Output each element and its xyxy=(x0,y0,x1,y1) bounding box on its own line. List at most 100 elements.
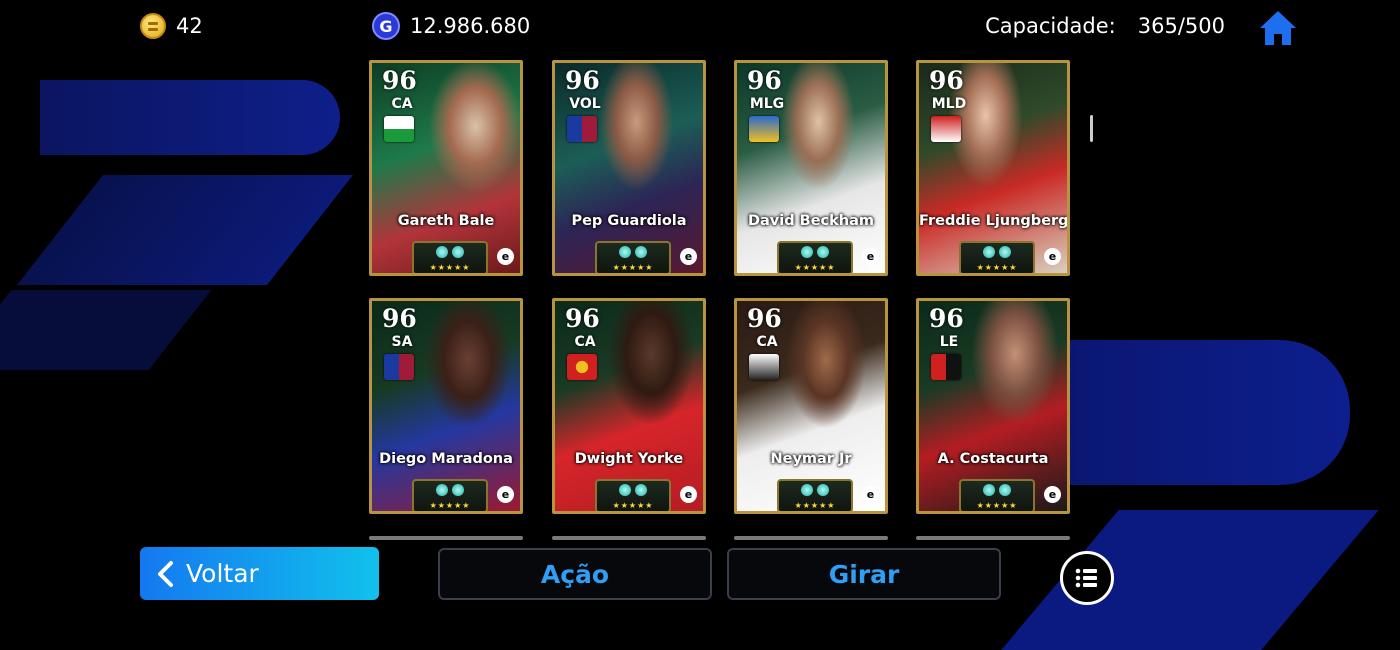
player-name: Diego Maradona xyxy=(379,451,513,467)
player-rating: 96 xyxy=(929,66,964,95)
player-stars: ★★★★★ xyxy=(794,263,836,272)
coins-display: 42 xyxy=(140,12,203,40)
player-card[interactable]: 96 LE A. Costacurta ★★★★★ e xyxy=(916,298,1070,514)
player-stars: ★★★★★ xyxy=(612,263,654,272)
skill-icon xyxy=(801,246,813,258)
player-stars: ★★★★★ xyxy=(429,501,471,510)
player-position: CA xyxy=(756,334,778,350)
club-crest-icon xyxy=(749,116,779,142)
player-card[interactable]: 96 CA Dwight Yorke ★★★★★ e xyxy=(552,298,706,514)
efootball-logo-icon: e xyxy=(862,486,879,503)
efootball-logo-icon: e xyxy=(680,248,697,265)
efootball-logo-icon: e xyxy=(497,486,514,503)
player-card[interactable]: 96 MLD Freddie Ljungberg ★★★★★ e xyxy=(916,60,1070,276)
background-shape xyxy=(17,175,353,285)
skill-icon xyxy=(452,484,464,496)
skill-icon xyxy=(817,484,829,496)
player-position: VOL xyxy=(569,96,601,112)
skill-icon xyxy=(452,246,464,258)
player-name: Neymar Jr xyxy=(770,451,852,467)
skill-icon xyxy=(999,484,1011,496)
player-name: A. Costacurta xyxy=(937,451,1049,467)
skill-icon xyxy=(635,246,647,258)
club-crest-icon xyxy=(384,354,414,380)
skill-bar: ★★★★★ xyxy=(777,479,853,511)
back-button[interactable]: Voltar xyxy=(140,547,379,600)
player-card[interactable]: 96 SA Diego Maradona ★★★★★ e xyxy=(369,298,523,514)
player-stars: ★★★★★ xyxy=(429,263,471,272)
efootball-logo-icon: e xyxy=(680,486,697,503)
skill-icon xyxy=(983,246,995,258)
skill-icon xyxy=(619,484,631,496)
capacity-value: 365/500 xyxy=(1137,14,1225,38)
background-shape xyxy=(1050,340,1350,485)
skill-icon xyxy=(619,246,631,258)
rotate-button[interactable]: Girar xyxy=(727,548,1001,600)
capacity-label: Capacidade: xyxy=(985,14,1116,38)
club-crest-icon xyxy=(749,354,779,380)
player-position: MLD xyxy=(931,96,967,112)
player-stars: ★★★★★ xyxy=(976,501,1018,510)
skill-icon xyxy=(983,484,995,496)
player-rating: 96 xyxy=(929,304,964,333)
scrollbar[interactable] xyxy=(1090,115,1093,142)
player-rating: 96 xyxy=(382,304,417,333)
gp-display: G 12.986.680 xyxy=(372,12,530,40)
efootball-logo-icon: e xyxy=(862,248,879,265)
club-crest-icon xyxy=(567,116,597,142)
action-button[interactable]: Ação xyxy=(438,548,712,600)
rotate-button-label: Girar xyxy=(828,559,900,589)
player-stars: ★★★★★ xyxy=(794,501,836,510)
player-stars: ★★★★★ xyxy=(612,501,654,510)
player-card[interactable]: 96 CA Neymar Jr ★★★★★ e xyxy=(734,298,888,514)
player-rating: 96 xyxy=(747,66,782,95)
player-name: Dwight Yorke xyxy=(574,451,684,467)
action-button-label: Ação xyxy=(540,559,610,589)
club-crest-icon xyxy=(567,354,597,380)
player-position: MLG xyxy=(749,96,785,112)
card-scroll-indicator xyxy=(369,536,523,540)
menu-button[interactable] xyxy=(1060,551,1114,605)
coins-value: 42 xyxy=(176,14,203,38)
player-position: SA xyxy=(391,334,413,350)
background-shape xyxy=(40,80,340,155)
skill-bar: ★★★★★ xyxy=(412,479,488,511)
player-name: Pep Guardiola xyxy=(571,213,687,229)
player-stars: ★★★★★ xyxy=(976,263,1018,272)
background-shape xyxy=(1001,510,1379,650)
skill-bar: ★★★★★ xyxy=(959,241,1035,273)
skill-icon xyxy=(817,246,829,258)
skill-bar: ★★★★★ xyxy=(777,241,853,273)
player-card[interactable]: 96 CA Gareth Bale ★★★★★ e xyxy=(369,60,523,276)
skill-bar: ★★★★★ xyxy=(412,241,488,273)
card-scroll-indicator xyxy=(916,536,1070,540)
home-icon[interactable] xyxy=(1258,10,1298,46)
coin-icon xyxy=(140,13,166,39)
player-position: CA xyxy=(391,96,413,112)
card-scroll-indicator xyxy=(552,536,706,540)
player-card[interactable]: 96 MLG David Beckham ★★★★★ e xyxy=(734,60,888,276)
back-button-label: Voltar xyxy=(186,559,259,588)
background-shape xyxy=(0,290,212,370)
player-rating: 96 xyxy=(747,304,782,333)
skill-icon xyxy=(801,484,813,496)
player-position: CA xyxy=(574,334,596,350)
player-card[interactable]: 96 VOL Pep Guardiola ★★★★★ e xyxy=(552,60,706,276)
player-name: Freddie Ljungberg xyxy=(919,213,1069,229)
player-rating: 96 xyxy=(565,304,600,333)
player-name: Gareth Bale xyxy=(397,213,495,229)
list-menu-icon xyxy=(1075,568,1097,588)
gp-value: 12.986.680 xyxy=(410,14,531,38)
efootball-logo-icon: e xyxy=(497,248,514,265)
efootball-logo-icon: e xyxy=(1044,248,1061,265)
player-position: LE xyxy=(939,334,959,350)
club-crest-icon xyxy=(931,354,961,380)
skill-icon xyxy=(635,484,647,496)
skill-bar: ★★★★★ xyxy=(959,479,1035,511)
player-name: David Beckham xyxy=(747,213,874,229)
gp-icon: G xyxy=(372,12,400,40)
chevron-left-icon xyxy=(158,560,173,587)
club-crest-icon xyxy=(384,116,414,142)
capacity-display: Capacidade: 365/500 xyxy=(985,12,1225,40)
efootball-logo-icon: e xyxy=(1044,486,1061,503)
